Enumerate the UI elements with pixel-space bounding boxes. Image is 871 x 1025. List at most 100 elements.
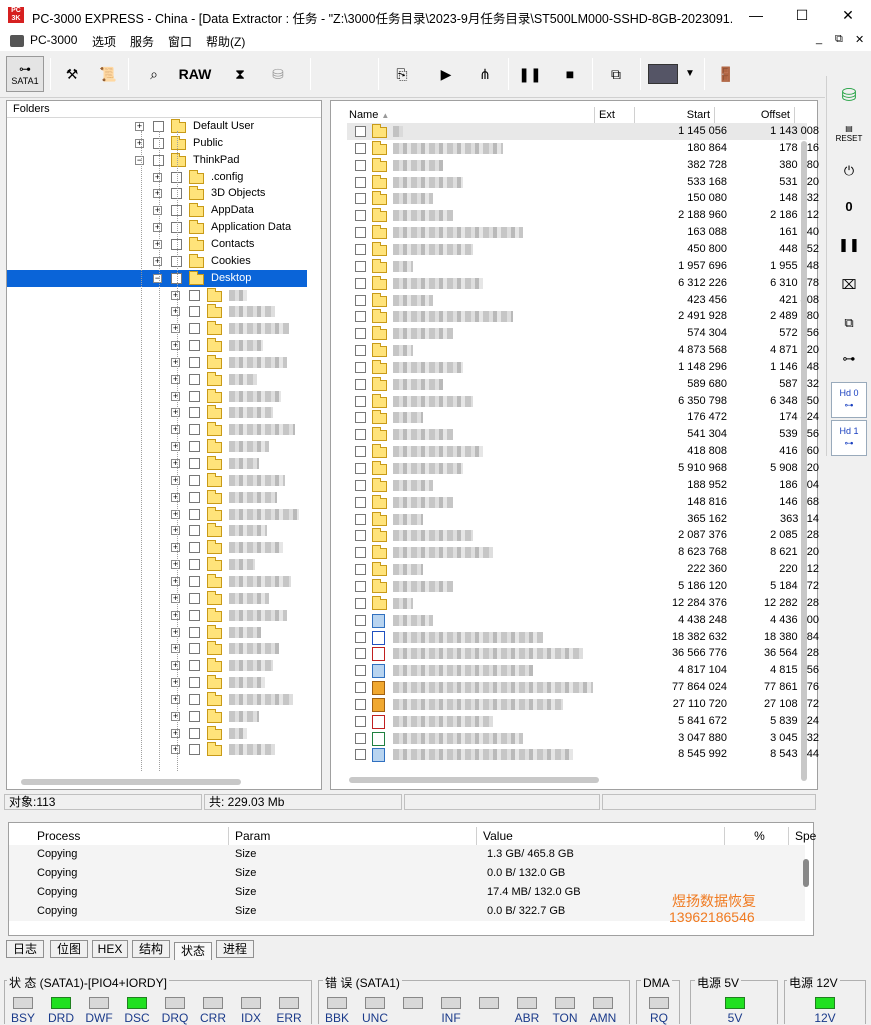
file-checkbox[interactable] xyxy=(355,446,366,458)
tree-checkbox[interactable] xyxy=(189,592,200,604)
tab-log[interactable]: 日志 xyxy=(6,940,44,958)
tree-checkbox[interactable] xyxy=(189,340,200,352)
file-row[interactable]: 1 145 056 1 143 008 xyxy=(347,123,819,140)
file-row[interactable]: 450 800 448 752 xyxy=(347,241,819,258)
expand-icon[interactable]: + xyxy=(171,678,180,688)
tree-node[interactable]: + xyxy=(7,354,307,371)
expand-icon[interactable]: + xyxy=(171,408,180,418)
process-row[interactable]: Copying Size 1.3 GB/ 465.8 GB xyxy=(9,845,805,864)
tree-checkbox[interactable] xyxy=(189,474,200,486)
process-row[interactable]: Copying Size 0.0 B/ 132.0 GB xyxy=(9,864,805,883)
speed-column-header[interactable]: Spe xyxy=(789,827,816,845)
file-row[interactable]: 2 491 928 2 489 880 xyxy=(347,308,819,325)
expand-icon[interactable]: + xyxy=(171,560,180,570)
file-checkbox[interactable] xyxy=(355,463,366,474)
tree-checkbox[interactable] xyxy=(189,542,200,554)
zero-counter-icon[interactable]: 0 xyxy=(831,192,867,222)
tree-node[interactable]: + xyxy=(7,371,307,388)
menu-window[interactable]: 窗口 xyxy=(168,33,192,50)
tree-checkbox[interactable] xyxy=(189,390,200,402)
file-checkbox[interactable] xyxy=(355,698,366,710)
file-row[interactable]: 180 864 178 816 xyxy=(347,140,819,157)
file-checkbox[interactable] xyxy=(355,243,366,255)
file-row[interactable]: 1 148 296 1 146 248 xyxy=(347,359,819,376)
horizontal-scrollbar[interactable] xyxy=(349,777,599,783)
tab-structure[interactable]: 结构 xyxy=(132,940,170,958)
tree-node[interactable]: + xyxy=(7,388,307,405)
value-column-header[interactable]: Value xyxy=(477,827,725,845)
expand-icon[interactable]: + xyxy=(171,576,180,586)
tree-checkbox[interactable] xyxy=(189,491,200,503)
tree-checkbox[interactable] xyxy=(189,575,200,587)
file-checkbox[interactable] xyxy=(355,547,366,559)
file-checkbox[interactable] xyxy=(355,361,366,373)
process-column-header[interactable]: Process xyxy=(31,827,229,845)
tab-process[interactable]: 进程 xyxy=(216,940,254,958)
file-row[interactable]: 12 284 376 12 282 328 xyxy=(347,595,819,612)
file-row[interactable]: 3 047 880 3 045 832 xyxy=(347,730,819,747)
file-row[interactable]: 2 188 960 2 186 912 xyxy=(347,207,819,224)
database-icon[interactable]: ⛁ xyxy=(831,80,867,110)
file-checkbox[interactable] xyxy=(355,193,366,205)
tab-status[interactable]: 状态 xyxy=(174,942,212,960)
pause-icon[interactable]: ❚❚ xyxy=(516,60,544,88)
expand-icon[interactable]: + xyxy=(171,374,180,384)
file-row[interactable]: 382 728 380 680 xyxy=(347,157,819,174)
tree-checkbox[interactable] xyxy=(189,744,200,756)
expand-icon[interactable]: + xyxy=(171,694,180,704)
tree-node[interactable]: + xyxy=(7,404,307,421)
file-row[interactable]: 4 873 568 4 871 520 xyxy=(347,342,819,359)
tree-checkbox[interactable] xyxy=(189,373,200,385)
tree-node[interactable]: + xyxy=(7,607,307,624)
tree-checkbox[interactable] xyxy=(189,677,200,689)
tree-checkbox[interactable] xyxy=(189,693,200,705)
tree-node[interactable]: + xyxy=(7,725,307,742)
column-offset[interactable]: Offset xyxy=(715,107,795,123)
menu-service[interactable]: 服务 xyxy=(130,33,154,50)
tree-node[interactable]: + xyxy=(7,455,307,472)
file-row[interactable]: 4 817 104 4 815 056 xyxy=(347,662,819,679)
tree-node[interactable]: + xyxy=(7,539,307,556)
file-row[interactable]: 423 456 421 408 xyxy=(347,292,819,309)
tree-node[interactable]: − Desktop xyxy=(7,269,307,287)
stop-icon[interactable]: ■ xyxy=(556,60,584,88)
file-checkbox[interactable] xyxy=(355,665,366,677)
file-checkbox[interactable] xyxy=(355,513,366,525)
binoculars-icon[interactable]: ⌕ xyxy=(140,60,168,88)
mdi-restore-icon[interactable]: ⧉ xyxy=(835,33,843,46)
expand-icon[interactable]: + xyxy=(171,357,180,367)
file-checkbox[interactable] xyxy=(355,732,366,744)
file-checkbox[interactable] xyxy=(355,294,366,306)
file-checkbox[interactable] xyxy=(355,597,366,609)
tree-node[interactable]: + xyxy=(7,472,307,489)
pause-icon[interactable]: ❚❚ xyxy=(831,230,867,260)
file-checkbox[interactable] xyxy=(355,715,366,727)
tools-icon[interactable]: ⚒ xyxy=(58,60,86,88)
file-checkbox[interactable] xyxy=(355,631,366,643)
file-checkbox[interactable] xyxy=(355,682,366,694)
mdi-minimize-icon[interactable]: _ xyxy=(816,33,822,45)
file-checkbox[interactable] xyxy=(355,260,366,272)
file-checkbox[interactable] xyxy=(355,564,366,576)
tree-checkbox[interactable] xyxy=(189,508,200,520)
tree-checkbox[interactable] xyxy=(189,306,200,318)
expand-icon[interactable]: + xyxy=(171,593,180,603)
file-row[interactable]: 36 566 776 36 564 728 xyxy=(347,645,819,662)
tree-node[interactable]: + .config xyxy=(7,169,307,186)
horizontal-scrollbar[interactable] xyxy=(21,779,241,785)
file-checkbox[interactable] xyxy=(355,496,366,508)
minimize-button[interactable]: — xyxy=(733,0,779,31)
file-checkbox[interactable] xyxy=(355,176,366,188)
play-icon[interactable]: ▶ xyxy=(432,60,460,88)
file-checkbox[interactable] xyxy=(355,277,366,289)
file-row[interactable]: 18 382 632 18 380 584 xyxy=(347,629,819,646)
expand-icon[interactable]: + xyxy=(171,475,180,485)
tree-node[interactable]: + xyxy=(7,522,307,539)
tree-checkbox[interactable] xyxy=(189,643,200,655)
power-switch-icon[interactable]: ⏻ xyxy=(831,156,867,186)
open-task-icon[interactable]: ⎘ xyxy=(388,60,416,88)
file-row[interactable]: 148 816 146 768 xyxy=(347,494,819,511)
expand-icon[interactable]: − xyxy=(153,273,162,283)
tree-checkbox[interactable] xyxy=(189,660,200,672)
hd1-button[interactable]: Hd 1 ⊶ xyxy=(831,420,867,456)
